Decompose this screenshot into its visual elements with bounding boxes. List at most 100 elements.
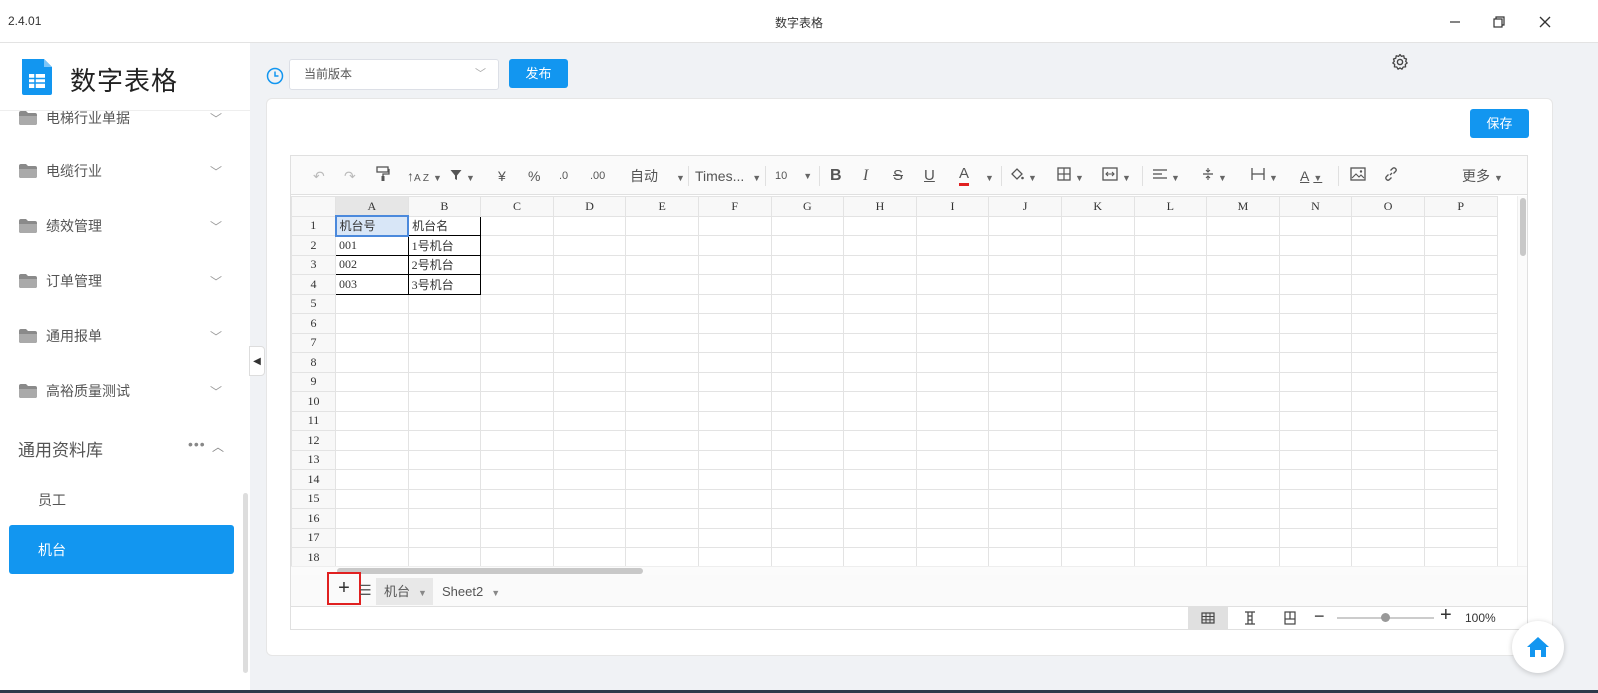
cell[interactable] [625,488,699,509]
cell[interactable] [1278,235,1353,256]
cell[interactable] [1423,352,1498,373]
cell[interactable] [1206,449,1280,470]
cell[interactable] [915,352,990,373]
column-header[interactable]: J [988,196,1062,217]
cell[interactable] [1133,430,1208,451]
cell[interactable] [480,352,554,373]
cell[interactable] [625,547,699,566]
sidebar-item-general-reports[interactable]: 通用报单 ﹀ [0,316,240,356]
cell[interactable] [697,508,772,529]
cell[interactable] [1423,547,1498,566]
cell[interactable] [625,527,699,548]
currency-format-button[interactable]: ¥ [498,166,506,186]
cell[interactable] [335,352,409,373]
cell[interactable] [1423,274,1498,295]
text-rotate-button[interactable]: A ▼ [1300,166,1322,186]
cell[interactable] [915,313,990,334]
filter-icon[interactable]: ▼ [450,166,475,186]
cell[interactable] [770,410,845,431]
cell[interactable] [1278,391,1353,412]
cell[interactable] [407,293,482,314]
cell[interactable] [335,391,409,412]
cell[interactable] [1278,274,1353,295]
border-icon[interactable]: ▼ [1057,166,1084,186]
cell[interactable] [552,313,627,334]
cell[interactable] [625,410,699,431]
cell[interactable] [1423,527,1498,548]
decrease-decimal-button[interactable]: .0 [559,166,568,186]
cell[interactable] [843,469,917,490]
cell[interactable] [843,449,917,470]
cell[interactable] [407,469,482,490]
column-header[interactable]: I [915,196,990,217]
cell[interactable] [1060,527,1135,548]
cell[interactable] [1351,313,1425,334]
sidebar-item-quality-test[interactable]: 高裕质量测试 ﹀ [0,371,240,411]
font-color-dropdown[interactable]: ▼ [981,166,994,186]
row-header[interactable]: 3 [291,254,336,275]
cell[interactable] [1060,371,1135,392]
cell[interactable] [1206,469,1280,490]
cell[interactable] [697,527,772,548]
cell[interactable] [1351,449,1425,470]
cell[interactable] [625,235,699,256]
column-header[interactable]: A [335,196,409,217]
cell[interactable] [1278,371,1353,392]
cell[interactable] [1351,391,1425,412]
cell[interactable] [1133,469,1208,490]
cell[interactable] [1206,293,1280,314]
sheet-tab-machines[interactable]: 机台 ▼ [376,578,433,605]
cell[interactable]: 机台号 [334,215,410,237]
cell[interactable] [1133,410,1208,431]
cell[interactable] [1133,274,1208,295]
cell[interactable] [480,293,554,314]
cell[interactable] [770,332,845,353]
cell[interactable] [625,332,699,353]
italic-button[interactable]: I [863,166,868,186]
cell[interactable] [335,469,409,490]
cell[interactable] [1278,469,1353,490]
cell[interactable] [335,508,409,529]
normal-view-button[interactable] [1188,607,1228,629]
cell[interactable] [1351,352,1425,373]
cell[interactable] [1278,527,1353,548]
cell[interactable] [1278,410,1353,431]
more-icon[interactable]: ••• [188,436,206,452]
sheet-tab-sheet2[interactable]: Sheet2 ▼ [434,578,508,605]
cell[interactable] [1351,235,1425,256]
cell[interactable] [552,449,627,470]
cell[interactable] [1423,332,1498,353]
cell[interactable] [843,371,917,392]
link-icon[interactable] [1383,166,1399,186]
cell[interactable] [1278,215,1353,236]
cell[interactable] [335,527,409,548]
sheet-list-icon[interactable]: ☰ [359,582,372,599]
cell[interactable] [1060,254,1135,275]
cell[interactable] [1423,215,1498,236]
cell[interactable] [1206,391,1280,412]
cell[interactable] [1423,488,1498,509]
cell[interactable] [915,293,990,314]
cell[interactable] [480,527,554,548]
minimize-button[interactable] [1443,10,1467,34]
cell[interactable] [1351,215,1425,236]
row-header[interactable]: 18 [291,547,336,566]
cell[interactable]: 机台名 [407,215,482,236]
cell[interactable] [407,527,482,548]
cell[interactable] [915,332,990,353]
cell[interactable] [1278,449,1353,470]
cell[interactable] [988,469,1062,490]
cell[interactable] [1133,235,1208,256]
cell[interactable] [1278,547,1353,566]
corner-cell[interactable] [291,196,336,217]
cell[interactable] [770,352,845,373]
cell[interactable] [552,488,627,509]
cell[interactable] [1133,313,1208,334]
cell[interactable] [843,547,917,566]
cell[interactable] [1206,313,1280,334]
cell[interactable] [1351,293,1425,314]
cell[interactable] [552,547,627,566]
cell[interactable] [625,254,699,275]
chevron-up-icon[interactable]: ︿ [212,438,224,455]
page-break-button[interactable] [1270,607,1310,629]
